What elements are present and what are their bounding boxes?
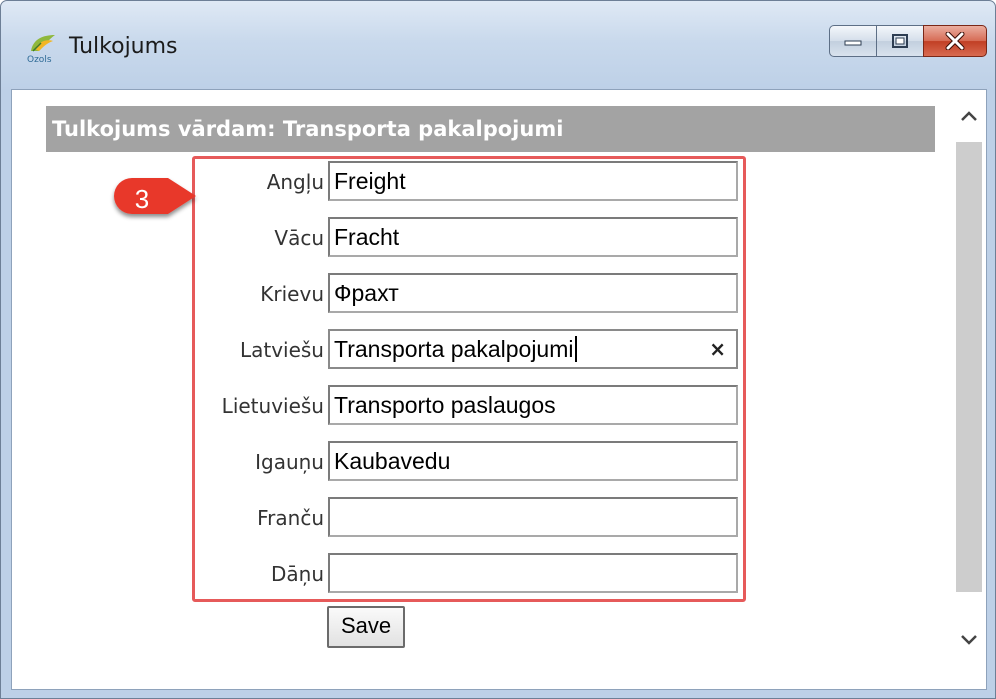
minimize-icon (844, 40, 862, 46)
translation-input-estonian[interactable]: Kaubavedu (328, 441, 738, 481)
field-label: Latviešu (239, 338, 324, 362)
translation-input-russian[interactable]: Фрахт (328, 273, 738, 313)
window-controls (829, 25, 987, 59)
translation-input-german[interactable]: Fracht (328, 217, 738, 257)
close-icon (945, 32, 965, 50)
client-area: Tulkojums vārdam: Transporta pakalpojumi… (11, 89, 987, 690)
field-label: Igauņu (255, 450, 324, 474)
close-button[interactable] (923, 25, 987, 57)
chevron-up-icon (961, 111, 977, 121)
translation-input-latvian[interactable]: Transporta pakalpojumi × (328, 329, 738, 369)
translation-input-english[interactable]: Freight (328, 161, 738, 201)
scroll-down-button[interactable] (952, 615, 986, 665)
window-title: Tulkojums (69, 34, 178, 59)
scrollbar-thumb[interactable] (956, 142, 982, 592)
field-label: Franču (257, 506, 324, 530)
callout-badge (114, 178, 196, 214)
field-row-dāņu: Dāņu (202, 552, 742, 596)
minimize-button[interactable] (829, 25, 877, 57)
field-row-franču: Franču (202, 496, 742, 540)
app-window: Ozols Tulkojums Tulkojums vārdam: Transp… (0, 0, 996, 699)
maximize-icon (892, 34, 908, 48)
chevron-down-icon (961, 635, 977, 645)
field-label: Krievu (260, 282, 324, 306)
field-label: Dāņu (270, 562, 324, 586)
maximize-button[interactable] (876, 25, 924, 57)
field-row-lietuviešu: Lietuviešu Transporto paslaugos (202, 384, 742, 428)
translation-input-danish[interactable] (328, 553, 738, 593)
translation-input-lithuanian[interactable]: Transporto paslaugos (328, 385, 738, 425)
callout-number: 3 (134, 184, 150, 214)
input-value: Transporta pakalpojumi (334, 336, 574, 362)
form-header: Tulkojums vārdam: Transporta pakalpojumi (46, 106, 935, 152)
field-row-krievu: Krievu Фрахт (202, 272, 742, 316)
vertical-scrollbar[interactable] (952, 90, 986, 689)
clear-input-icon[interactable]: × (709, 331, 726, 367)
translation-input-french[interactable] (328, 497, 738, 537)
scroll-up-button[interactable] (952, 90, 986, 142)
field-label: Lietuviešu (221, 394, 324, 418)
title-bar[interactable]: Ozols Tulkojums (1, 1, 995, 89)
field-row-latviešu: Latviešu Transporta pakalpojumi × (202, 328, 742, 372)
ozols-app-icon: Ozols (27, 35, 55, 65)
field-row-angļu: Angļu Freight (202, 160, 742, 204)
save-button[interactable]: Save (327, 606, 406, 648)
field-row-igauņu: Igauņu Kaubavedu (202, 440, 742, 484)
text-caret (574, 336, 577, 362)
app-icon-label: Ozols (27, 55, 52, 65)
field-row-vācu: Vācu Fracht (202, 216, 742, 260)
